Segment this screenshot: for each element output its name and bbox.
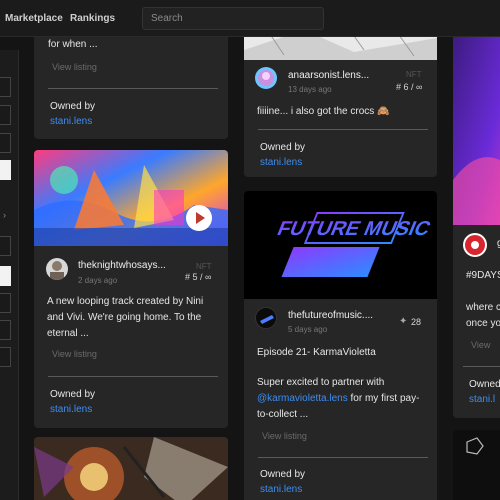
filter-checkbox-selected[interactable] bbox=[0, 266, 11, 286]
search-input[interactable] bbox=[143, 8, 323, 29]
divider bbox=[258, 129, 428, 130]
view-listing-link[interactable]: View bbox=[471, 340, 490, 350]
owned-by-label: Owned by bbox=[260, 142, 306, 153]
nft-artwork-image[interactable] bbox=[34, 437, 228, 500]
view-listing-link[interactable]: View listing bbox=[262, 431, 307, 441]
divider bbox=[463, 366, 500, 367]
owner-link[interactable]: stani.l bbox=[469, 394, 495, 405]
filter-checkbox[interactable] bbox=[0, 293, 11, 313]
post-time: 2 days ago bbox=[78, 276, 118, 285]
owned-by-label: Owned by bbox=[260, 469, 306, 480]
card-description: A new looping track created by Nini and … bbox=[47, 296, 204, 339]
nft-card[interactable] bbox=[34, 437, 228, 500]
edition-count: # 5 / ∞ bbox=[185, 272, 212, 282]
filter-checkbox[interactable] bbox=[0, 347, 11, 367]
author-name[interactable]: theknightwhosays... bbox=[78, 260, 166, 271]
owned-by-label: Owned by bbox=[50, 101, 96, 112]
artwork-text: FUTURE MUSIC bbox=[274, 218, 434, 240]
play-icon[interactable] bbox=[186, 205, 212, 231]
owner-link[interactable]: stani.lens bbox=[50, 116, 92, 127]
nft-artwork-image[interactable]: FUTURE MUSIC bbox=[244, 191, 437, 299]
filter-checkbox[interactable] bbox=[0, 77, 11, 97]
edition-count: # 6 / ∞ bbox=[396, 82, 423, 92]
owner-link[interactable]: stani.lens bbox=[260, 484, 302, 495]
view-listing-link[interactable]: View listing bbox=[52, 62, 97, 72]
nft-card[interactable] bbox=[453, 430, 500, 500]
card-description: fiiiine... i also got the crocs 🙈 bbox=[257, 106, 390, 117]
author-name[interactable]: thefutureofmusic.... bbox=[288, 310, 373, 321]
divider bbox=[48, 88, 218, 89]
nft-card[interactable]: theknightwhosays... 2 days ago NFT # 5 /… bbox=[34, 150, 228, 428]
avatar[interactable] bbox=[46, 258, 68, 280]
card-description: where c once yo bbox=[466, 302, 500, 329]
owner-link[interactable]: stani.lens bbox=[260, 157, 302, 168]
description-text: Super excited to partner with bbox=[257, 377, 385, 388]
top-navigation-bar: Marketplace Rankings bbox=[0, 0, 500, 37]
avatar[interactable] bbox=[463, 233, 487, 257]
chevron-right-icon[interactable]: › bbox=[3, 210, 6, 220]
filter-checkbox[interactable] bbox=[0, 133, 11, 153]
divider bbox=[48, 376, 218, 377]
filter-checkbox[interactable] bbox=[0, 320, 11, 340]
filter-checkbox[interactable] bbox=[0, 105, 11, 125]
owned-by-label: Owned by bbox=[50, 389, 96, 400]
sparkle-icon: ✦ bbox=[399, 316, 408, 327]
nft-card[interactable]: for when ... View listing Owned by stani… bbox=[34, 20, 228, 139]
owner-link[interactable]: stani.lens bbox=[50, 404, 92, 415]
card-description: for when ... bbox=[48, 39, 98, 50]
nft-card[interactable]: FUTURE MUSIC thefutureofmusic.... 5 days… bbox=[244, 191, 437, 500]
nft-card[interactable]: anaarsonist.lens... 13 days ago NFT # 6 … bbox=[244, 20, 437, 177]
search-box bbox=[142, 7, 324, 30]
nft-artwork-image[interactable] bbox=[453, 430, 500, 500]
nft-artwork-image[interactable] bbox=[453, 20, 500, 225]
nav-rankings-link[interactable]: Rankings bbox=[70, 13, 115, 24]
nav-marketplace-link[interactable]: Marketplace bbox=[5, 13, 63, 24]
owned-by-label: Owned bbox=[469, 379, 500, 390]
post-title: Episode 21- KarmaVioletta bbox=[257, 347, 376, 358]
mention-link[interactable]: @karmavioletta.lens bbox=[257, 393, 348, 404]
post-title: #9DAYS bbox=[466, 270, 500, 281]
avatar[interactable] bbox=[255, 307, 277, 329]
author-name[interactable]: anaarsonist.lens... bbox=[288, 70, 369, 81]
collect-count: 28 bbox=[411, 317, 422, 327]
filter-checkbox-selected[interactable] bbox=[0, 160, 11, 180]
filter-sidebar: › bbox=[0, 50, 19, 500]
divider bbox=[258, 457, 428, 458]
nft-card[interactable]: g #9DAYS where c once yo View Owned stan… bbox=[453, 20, 500, 418]
card-description: Super excited to partner with @karmaviol… bbox=[257, 375, 429, 423]
filter-checkbox[interactable] bbox=[0, 236, 11, 256]
post-time: 5 days ago bbox=[288, 325, 328, 334]
nft-badge: NFT bbox=[406, 70, 422, 79]
view-listing-link[interactable]: View listing bbox=[52, 349, 97, 359]
post-time: 13 days ago bbox=[288, 85, 332, 94]
nft-badge: NFT bbox=[196, 262, 212, 271]
nft-artwork-image[interactable] bbox=[34, 150, 228, 246]
avatar[interactable] bbox=[255, 67, 277, 89]
